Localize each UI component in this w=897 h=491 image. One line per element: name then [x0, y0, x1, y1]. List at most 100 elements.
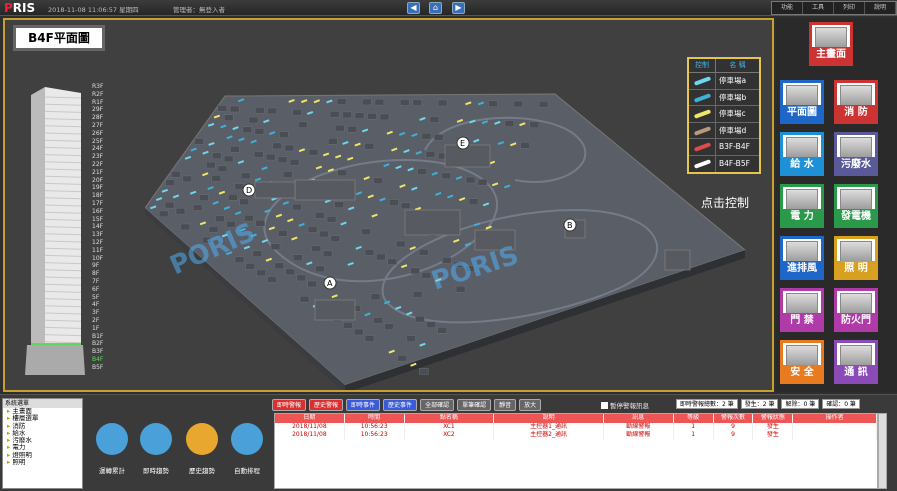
- column-header[interactable]: 點名稱: [405, 414, 495, 423]
- column-header[interactable]: 日期: [275, 414, 345, 423]
- shortcut-icon-2[interactable]: [140, 423, 172, 455]
- side-button-4[interactable]: 給 水: [780, 132, 824, 176]
- floor-item[interactable]: B2F: [92, 340, 112, 348]
- marker-b[interactable]: B: [563, 218, 577, 232]
- floor-item[interactable]: R1F: [92, 99, 112, 107]
- mute-checkbox[interactable]: 暫停警報訊息: [601, 400, 649, 410]
- floor-item[interactable]: 13F: [92, 231, 112, 239]
- floor-item[interactable]: 9F: [92, 262, 112, 270]
- alarm-button-3[interactable]: 即時事件: [346, 399, 381, 411]
- alarm-button-6[interactable]: 單筆確認: [457, 399, 492, 411]
- side-button-12[interactable]: 安 全: [780, 340, 824, 384]
- floor-item[interactable]: 21F: [92, 169, 112, 177]
- legend-row[interactable]: B4F-B5F: [689, 155, 759, 172]
- floor-item[interactable]: 17F: [92, 200, 112, 208]
- floor-item[interactable]: 19F: [92, 184, 112, 192]
- alarm-button-8[interactable]: 放大: [519, 399, 542, 411]
- floor-item[interactable]: 12F: [92, 239, 112, 247]
- side-button-11[interactable]: 防火門: [834, 288, 878, 332]
- floor-item[interactable]: 2F: [92, 317, 112, 325]
- legend-row[interactable]: 停車場b: [689, 89, 759, 106]
- floor-item[interactable]: B3F: [92, 348, 112, 356]
- menu-help[interactable]: 說明: [865, 2, 896, 14]
- column-header[interactable]: 操作者: [793, 414, 878, 423]
- floor-item[interactable]: 8F: [92, 270, 112, 278]
- side-button-6[interactable]: 電 力: [780, 184, 824, 228]
- side-button-10[interactable]: 門 禁: [780, 288, 824, 332]
- forward-arrow-icon[interactable]: ▶: [452, 2, 465, 14]
- light-toggle-icon[interactable]: [689, 155, 716, 172]
- shortcut-label[interactable]: 歷史趨勢: [177, 465, 227, 475]
- floor-item[interactable]: 6F: [92, 286, 112, 294]
- column-header[interactable]: 說明: [494, 414, 604, 423]
- side-button-13[interactable]: 通 訊: [834, 340, 878, 384]
- floor-item[interactable]: 24F: [92, 145, 112, 153]
- floor-item[interactable]: 18F: [92, 192, 112, 200]
- column-header[interactable]: 警報次數: [714, 414, 754, 423]
- floor-item[interactable]: 26F: [92, 130, 112, 138]
- floor-item[interactable]: B1F: [92, 333, 112, 341]
- menu-function[interactable]: 功能: [772, 2, 803, 14]
- side-button-9[interactable]: 照 明: [834, 236, 878, 280]
- floor-item[interactable]: 27F: [92, 122, 112, 130]
- floor-item[interactable]: 29F: [92, 106, 112, 114]
- column-header[interactable]: 警報狀態: [753, 414, 794, 423]
- side-button-7[interactable]: 發電機: [834, 184, 878, 228]
- column-header[interactable]: 等級: [674, 414, 714, 423]
- light-toggle-icon[interactable]: [689, 139, 716, 155]
- side-button-1[interactable]: 主畫面: [809, 22, 853, 66]
- floor-item[interactable]: 1F: [92, 325, 112, 333]
- floor-item[interactable]: 14F: [92, 223, 112, 231]
- marker-d[interactable]: D: [242, 183, 256, 197]
- side-button-2[interactable]: 平面圖: [780, 80, 824, 124]
- light-toggle-icon[interactable]: [689, 106, 716, 122]
- alarm-button-2[interactable]: 歷史警報: [309, 399, 344, 411]
- floor-item[interactable]: 3F: [92, 309, 112, 317]
- table-row[interactable]: 2018/11/08 10:56:23 XC1 主控器1_通訊 斷線警報 1 9 發生: [275, 422, 878, 431]
- legend-row[interactable]: 停車場c: [689, 106, 759, 123]
- floor-item[interactable]: 25F: [92, 138, 112, 146]
- light-toggle-icon[interactable]: [689, 73, 716, 89]
- alarm-button-4[interactable]: 歷史事件: [383, 399, 418, 411]
- alarm-button-5[interactable]: 全部確認: [420, 399, 455, 411]
- floor-item[interactable]: B4F: [92, 356, 112, 364]
- column-header[interactable]: 時間: [345, 414, 405, 423]
- floor-item[interactable]: B5F: [92, 364, 112, 372]
- legend-row[interactable]: B3F-B4F: [689, 139, 759, 156]
- legend-row[interactable]: 停車場a: [689, 73, 759, 90]
- floor-item[interactable]: 28F: [92, 114, 112, 122]
- floor-item[interactable]: 7F: [92, 278, 112, 286]
- legend-row[interactable]: 停車場d: [689, 122, 759, 139]
- floor-item[interactable]: 16F: [92, 208, 112, 216]
- alarm-button-7[interactable]: 靜音: [494, 399, 517, 411]
- floor-item[interactable]: 11F: [92, 247, 112, 255]
- floor-item[interactable]: 20F: [92, 177, 112, 185]
- tree-item[interactable]: ▸ 照明: [3, 458, 82, 466]
- side-button-8[interactable]: 進排風: [780, 236, 824, 280]
- back-arrow-icon[interactable]: ◀: [407, 2, 420, 14]
- marker-e[interactable]: E: [456, 136, 470, 150]
- light-toggle-icon[interactable]: [689, 122, 716, 138]
- alarm-button-1[interactable]: 即時警報: [272, 399, 307, 411]
- column-header[interactable]: 訊息: [604, 414, 674, 423]
- floor-item[interactable]: 5F: [92, 294, 112, 302]
- building-tower-graphic[interactable]: [23, 75, 93, 375]
- side-button-3[interactable]: 消 防: [834, 80, 878, 124]
- home-icon[interactable]: ⌂: [429, 2, 442, 14]
- shortcut-label[interactable]: 自動排程: [222, 465, 272, 475]
- floor-item[interactable]: 22F: [92, 161, 112, 169]
- shortcut-icon-3[interactable]: [186, 423, 218, 455]
- shortcut-label[interactable]: 即時趨勢: [131, 465, 181, 475]
- floor-item[interactable]: 15F: [92, 216, 112, 224]
- shortcut-icon-4[interactable]: [231, 423, 263, 455]
- shortcut-icon-1[interactable]: [96, 423, 128, 455]
- floor-item[interactable]: 23F: [92, 153, 112, 161]
- side-button-5[interactable]: 污廢水: [834, 132, 878, 176]
- marker-a[interactable]: A: [323, 276, 337, 290]
- floor-item[interactable]: R2F: [92, 91, 112, 99]
- menu-tools[interactable]: 工具: [803, 2, 834, 14]
- floor-item[interactable]: R3F: [92, 83, 112, 91]
- shortcut-label[interactable]: 運轉累計: [87, 465, 137, 475]
- light-toggle-icon[interactable]: [689, 89, 716, 105]
- alarm-table-scrollbar[interactable]: [878, 413, 887, 489]
